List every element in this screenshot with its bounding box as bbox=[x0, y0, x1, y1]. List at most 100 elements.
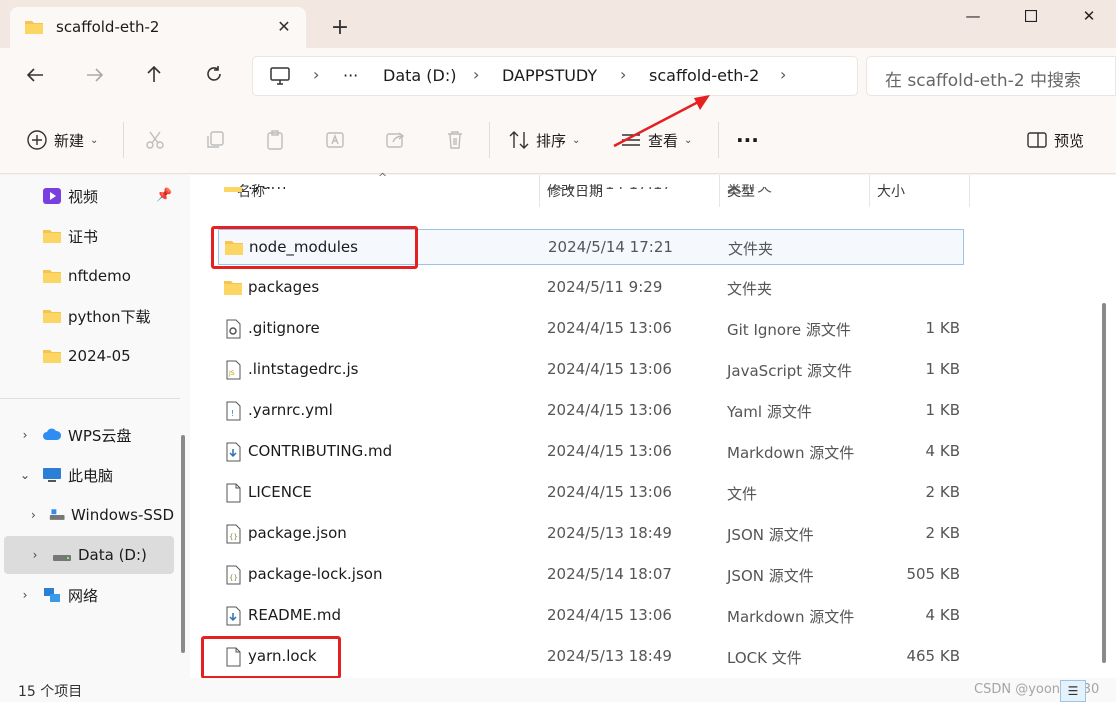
navigation-pane: 视频 📌 证书 nftdemo python下载 2024-05 › WPS云盘… bbox=[0, 175, 190, 678]
file-row[interactable]: JS .lintstagedrc.js 2024/4/15 13:06 JavaScr… bbox=[218, 352, 964, 388]
file-type: 文件夹 bbox=[728, 240, 774, 258]
paste-button[interactable] bbox=[264, 126, 292, 154]
sidebar-item-python-downloads[interactable]: python下载 bbox=[4, 297, 174, 335]
file-size: 2 KB bbox=[925, 483, 960, 501]
file-row[interactable]: ! .yarnrc.yml 2024/4/15 13:06 Yaml 源文件 1 KB bbox=[218, 393, 964, 429]
drive-icon bbox=[49, 509, 65, 520]
sidebar-item-this-pc[interactable]: ⌄ 此电脑 bbox=[4, 456, 174, 494]
breadcrumb-scaffold-eth-2[interactable]: scaffold-eth-2 bbox=[649, 66, 759, 85]
sidebar-item-certificates[interactable]: 证书 bbox=[4, 217, 174, 255]
chevron-right-icon[interactable]: › bbox=[16, 428, 34, 442]
address-bar[interactable]: › ··· Data (D:) › DAPPSTUDY › scaffold-e… bbox=[252, 56, 858, 96]
json-file-icon: {} bbox=[226, 565, 241, 585]
annotation-highlight-node-modules bbox=[211, 226, 418, 269]
file-size: 2 KB bbox=[925, 524, 960, 542]
back-button[interactable] bbox=[20, 62, 50, 90]
minimize-button[interactable]: — bbox=[950, 2, 996, 30]
sort-ascending-icon: ^ bbox=[378, 171, 388, 184]
cut-button[interactable] bbox=[144, 126, 172, 154]
preview-button[interactable]: 预览 bbox=[1026, 126, 1084, 154]
file-size: 4 KB bbox=[925, 606, 960, 624]
breadcrumb-data-drive[interactable]: Data (D:) bbox=[383, 66, 456, 85]
new-button[interactable]: 新建 ⌄ bbox=[26, 126, 98, 154]
sidebar-item-data-drive[interactable]: › Data (D:) bbox=[4, 536, 174, 574]
sidebar-item-wps-cloud[interactable]: › WPS云盘 bbox=[4, 416, 174, 454]
item-count: 15 个项目 bbox=[18, 684, 83, 700]
sort-button[interactable]: 排序 ⌄ bbox=[508, 126, 580, 154]
breadcrumb-dappstudy[interactable]: DAPPSTUDY bbox=[502, 66, 597, 85]
file-name: .lintstagedrc.js bbox=[248, 360, 359, 378]
copy-icon bbox=[207, 131, 224, 148]
file-list-scrollbar[interactable] bbox=[1102, 303, 1106, 663]
file-type: JSON 源文件 bbox=[727, 567, 814, 585]
js-file-icon: JS bbox=[226, 360, 241, 380]
refresh-icon bbox=[207, 66, 221, 81]
rename-button[interactable] bbox=[324, 126, 352, 154]
computer-icon bbox=[270, 67, 290, 85]
svg-text:{}: {} bbox=[229, 574, 238, 582]
tab-scaffold-eth-2[interactable]: scaffold-eth-2 ✕ bbox=[10, 7, 306, 48]
title-bar: scaffold-eth-2 ✕ + — ✕ bbox=[0, 0, 1116, 48]
delete-button[interactable] bbox=[444, 126, 472, 154]
status-bar: 15 个项目 CSDN @yoona_330 ☰ bbox=[0, 678, 1116, 702]
file-date: 2024/5/11 9:29 bbox=[547, 278, 663, 296]
file-date: 2024/4/15 13:06 bbox=[547, 606, 672, 624]
close-tab-button[interactable]: ✕ bbox=[272, 15, 296, 39]
maximize-button[interactable] bbox=[1008, 2, 1054, 30]
file-row[interactable]: {} package-lock.json 2024/5/14 18:07 JSON 源… bbox=[218, 557, 964, 593]
chevron-right-icon[interactable]: › bbox=[16, 588, 34, 602]
forward-button[interactable] bbox=[80, 62, 110, 90]
chevron-right-icon[interactable]: › bbox=[26, 508, 41, 522]
copy-button[interactable] bbox=[204, 126, 232, 154]
folder-icon bbox=[25, 21, 43, 34]
sidebar-item-windows-ssd[interactable]: › Windows-SSD bbox=[4, 496, 174, 534]
file-type: 文件夹 bbox=[727, 280, 773, 298]
md-file-icon bbox=[226, 606, 241, 626]
network-icon bbox=[44, 588, 60, 602]
file-date: 2024/4/15 13:06 bbox=[547, 442, 672, 460]
breadcrumb-more[interactable]: ··· bbox=[343, 66, 358, 85]
preview-pane-icon bbox=[1027, 132, 1047, 148]
sidebar-divider bbox=[0, 398, 180, 399]
file-row[interactable]: packages 2024/5/11 9:29 文件夹 bbox=[218, 270, 964, 306]
file-row[interactable]: LICENCE 2024/4/15 13:06 文件 2 KB bbox=[218, 475, 964, 511]
sidebar-item-label: nftdemo bbox=[68, 267, 131, 285]
file-name: LICENCE bbox=[248, 483, 312, 501]
file-date: 2024/5/13 18:49 bbox=[547, 524, 672, 542]
sidebar-item-videos[interactable]: 视频 bbox=[4, 177, 174, 215]
share-button[interactable] bbox=[384, 126, 412, 154]
sidebar-item-label: 2024-05 bbox=[68, 347, 131, 365]
file-type: JavaScript 源文件 bbox=[727, 362, 852, 380]
arrow-left-icon bbox=[26, 68, 43, 82]
file-type: JSON 源文件 bbox=[727, 526, 814, 544]
file-name: README.md bbox=[248, 606, 342, 624]
details-view-button[interactable]: ☰ bbox=[1060, 680, 1086, 702]
sidebar-scrollbar[interactable] bbox=[181, 435, 185, 653]
sidebar-item-2024-05[interactable]: 2024-05 bbox=[4, 337, 174, 375]
file-row[interactable]: .gitignore 2024/4/15 13:06 Git Ignore 源文件 1… bbox=[218, 311, 964, 347]
file-size: 1 KB bbox=[925, 319, 960, 337]
file-name: package-lock.json bbox=[248, 565, 383, 583]
up-button[interactable] bbox=[139, 62, 169, 90]
chevron-right-icon[interactable]: › bbox=[26, 548, 44, 562]
file-row[interactable]: CONTRIBUTING.md 2024/4/15 13:06 Markdown 源… bbox=[218, 434, 964, 470]
sidebar-item-label: 网络 bbox=[68, 586, 99, 605]
file-date: 2024/4/15 13:06 bbox=[547, 401, 672, 419]
chevron-down-icon[interactable]: ⌄ bbox=[16, 468, 34, 482]
cloud-icon bbox=[43, 428, 62, 440]
file-row[interactable]: README.md 2024/4/15 13:06 Markdown 源文件 4 KB bbox=[218, 598, 964, 634]
refresh-button[interactable] bbox=[199, 62, 229, 90]
sidebar-item-network[interactable]: › 网络 bbox=[4, 576, 174, 614]
file-name: packages bbox=[248, 278, 320, 296]
more-options-button[interactable]: ··· bbox=[736, 126, 759, 154]
sidebar-item-nftdemo[interactable]: nftdemo bbox=[4, 257, 174, 295]
sidebar-item-label: 证书 bbox=[68, 227, 99, 246]
gear-file-icon bbox=[226, 319, 241, 339]
file-row[interactable]: {} package.json 2024/5/13 18:49 JSON 源文件 2 K… bbox=[218, 516, 964, 552]
scissors-icon bbox=[146, 131, 164, 149]
annotation-highlight-yarn-lock bbox=[201, 636, 341, 679]
search-input[interactable]: 在 scaffold-eth-2 中搜索 bbox=[866, 56, 1116, 96]
file-date: 2024/4/15 13:06 bbox=[547, 319, 672, 337]
close-window-button[interactable]: ✕ bbox=[1066, 2, 1112, 30]
new-tab-button[interactable]: + bbox=[326, 14, 354, 42]
